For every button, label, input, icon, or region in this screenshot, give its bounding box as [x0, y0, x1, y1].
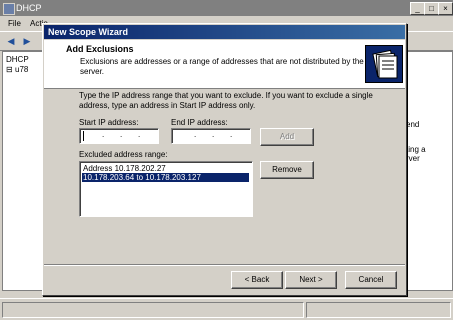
tree-child[interactable]: u78	[15, 65, 28, 74]
back-button[interactable]: < Back	[231, 271, 283, 289]
ip-dot: .	[120, 130, 123, 139]
add-button[interactable]: Add	[260, 128, 314, 146]
next-button[interactable]: Next >	[285, 271, 337, 289]
remove-button[interactable]: Remove	[260, 161, 314, 179]
wizard-title: New Scope Wizard	[48, 27, 128, 37]
ip-dot: .	[230, 130, 233, 139]
text-caret	[83, 131, 84, 141]
forward-arrow-icon[interactable]: ▶	[22, 36, 32, 46]
tree-expander[interactable]: ⊟	[6, 65, 13, 74]
start-ip-label: Start IP address:	[79, 118, 139, 127]
ip-dot: .	[194, 130, 197, 139]
instructions-text: Type the IP address range that you want …	[79, 91, 373, 110]
main-window-title: DHCP	[16, 3, 42, 13]
list-item-selected[interactable]: 10.178.203.64 to 10.178.203.127	[82, 173, 249, 182]
folder-icon-graphic	[372, 49, 398, 79]
new-scope-wizard-dialog: New Scope Wizard Add Exclusions Exclusio…	[42, 23, 407, 296]
cancel-button[interactable]: Cancel	[345, 271, 397, 289]
wizard-title-bar[interactable]: New Scope Wizard	[44, 25, 405, 39]
excluded-range-list[interactable]: Address 10.178.202.27 10.178.203.64 to 1…	[79, 161, 253, 217]
details-text-2: ting a	[406, 145, 426, 154]
maximize-icon[interactable]: □	[424, 2, 439, 15]
main-title-bar: DHCP _ □ ×	[0, 0, 453, 16]
wizard-header: Add Exclusions Exclusions are addresses …	[44, 40, 405, 89]
tree-pane: DHCP ⊟ u78	[2, 51, 44, 291]
details-text-3: rver	[406, 154, 420, 163]
end-ip-input[interactable]: . . .	[171, 128, 251, 144]
ip-dot: .	[102, 130, 105, 139]
excluded-range-label: Excluded address range:	[79, 150, 168, 159]
header-title: Add Exclusions	[66, 44, 134, 54]
ip-dot: .	[138, 130, 141, 139]
dialog-separator	[44, 264, 405, 266]
folder-icon	[365, 45, 403, 83]
details-text-1: end	[406, 120, 420, 129]
details-pane: end ting a rver	[403, 51, 453, 291]
app-icon	[3, 3, 15, 15]
minimize-icon[interactable]: _	[410, 2, 425, 15]
end-ip-label: End IP address:	[171, 118, 228, 127]
header-description: Exclusions are addresses or a range of a…	[80, 57, 364, 76]
menu-file[interactable]: File	[8, 19, 21, 28]
status-cell-side	[306, 302, 451, 318]
close-icon[interactable]: ×	[438, 2, 453, 15]
start-ip-input[interactable]: . . .	[79, 128, 159, 144]
back-arrow-icon[interactable]: ◀	[6, 36, 16, 46]
tree-root[interactable]: DHCP	[6, 55, 29, 64]
status-bar	[0, 298, 453, 320]
ip-dot: .	[212, 130, 215, 139]
list-item[interactable]: Address 10.178.202.27	[82, 164, 249, 173]
status-cell-main	[2, 302, 304, 318]
